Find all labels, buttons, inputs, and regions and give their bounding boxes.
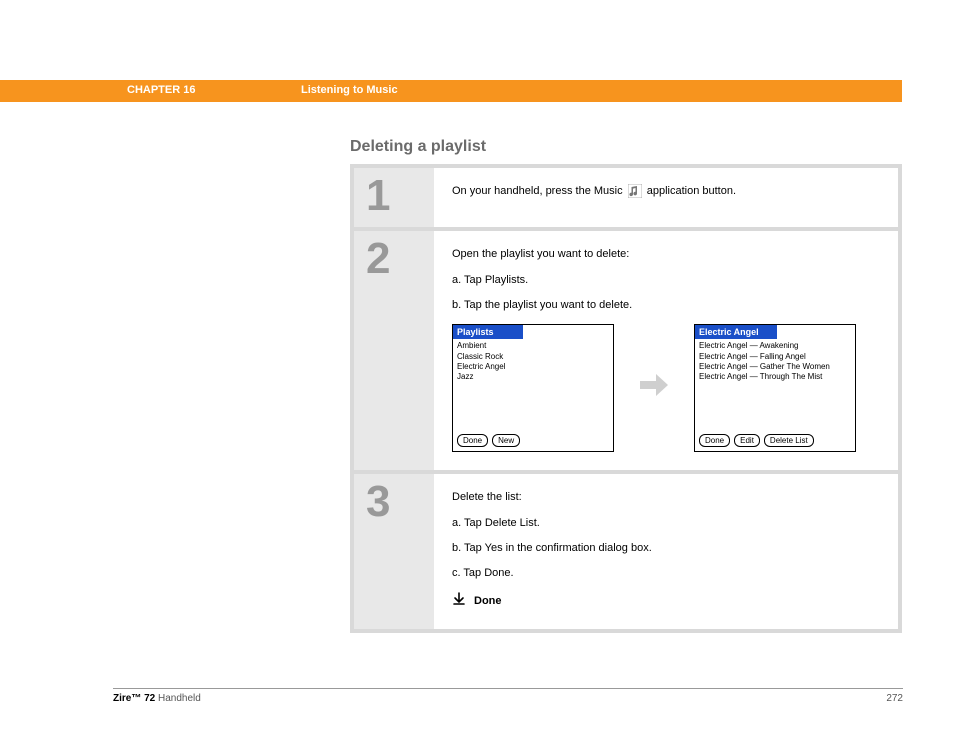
- page-number: 272: [886, 693, 903, 704]
- done-label: Done: [474, 594, 502, 609]
- music-note-icon: [628, 184, 642, 198]
- arrow-right-icon: [636, 367, 672, 408]
- text-after: application button.: [647, 185, 736, 197]
- done-button[interactable]: Done: [699, 434, 730, 447]
- edit-button[interactable]: Edit: [734, 434, 760, 447]
- chapter-header: CHAPTER 16 Listening to Music: [0, 80, 902, 102]
- list-item: Electric Angel — Awakening: [699, 341, 851, 351]
- list-item: Electric Angel: [457, 362, 609, 372]
- step-row: 3 Delete the list: a. Tap Delete List. b…: [354, 474, 898, 629]
- palm-title: Playlists: [453, 325, 523, 340]
- step-number: 2: [354, 231, 434, 470]
- done-arrow-icon: [452, 592, 466, 611]
- chapter-label: CHAPTER 16: [127, 84, 195, 96]
- palm-screen-playlist-detail: Electric Angel Electric Angel — Awakenin…: [694, 324, 856, 453]
- done-button[interactable]: Done: [457, 434, 488, 447]
- step-body: Open the playlist you want to delete: a.…: [434, 231, 898, 470]
- step-body: On your handheld, press the Music applic…: [434, 168, 898, 227]
- list-item: Classic Rock: [457, 352, 609, 362]
- new-button[interactable]: New: [492, 434, 520, 447]
- section-title: Deleting a playlist: [350, 138, 486, 156]
- sub-step: a. Tap Delete List.: [452, 516, 880, 531]
- chapter-title: Listening to Music: [301, 84, 398, 96]
- product-bold: Zire™ 72: [113, 693, 155, 704]
- palm-buttons: Done Edit Delete List: [695, 431, 855, 451]
- palm-screen-playlists: Playlists Ambient Classic Rock Electric …: [452, 324, 614, 453]
- step-intro: Delete the list:: [452, 490, 880, 505]
- list-item: Electric Angel — Falling Angel: [699, 352, 851, 362]
- product-name: Zire™ 72 Handheld: [113, 693, 201, 704]
- list-item: Ambient: [457, 341, 609, 351]
- step-row: 2 Open the playlist you want to delete: …: [354, 231, 898, 474]
- list-item: Electric Angel — Gather The Women: [699, 362, 851, 372]
- palm-list: Electric Angel — Awakening Electric Ange…: [695, 339, 855, 431]
- list-item: Electric Angel — Through The Mist: [699, 372, 851, 382]
- step-text: On your handheld, press the Music applic…: [452, 184, 880, 199]
- page-footer: Zire™ 72 Handheld 272: [113, 688, 903, 704]
- steps-table: 1 On your handheld, press the Music appl…: [350, 164, 902, 633]
- list-item: Jazz: [457, 372, 609, 382]
- palm-buttons: Done New: [453, 431, 613, 451]
- palm-title: Electric Angel: [695, 325, 777, 340]
- done-indicator: Done: [452, 592, 880, 611]
- sub-steps: a. Tap Delete List. b. Tap Yes in the co…: [452, 516, 880, 582]
- sub-steps: a. Tap Playlists. b. Tap the playlist yo…: [452, 273, 880, 314]
- step-number: 1: [354, 168, 434, 227]
- delete-list-button[interactable]: Delete List: [764, 434, 814, 447]
- sub-step: c. Tap Done.: [452, 566, 880, 581]
- step-row: 1 On your handheld, press the Music appl…: [354, 168, 898, 231]
- step-body: Delete the list: a. Tap Delete List. b. …: [434, 474, 898, 629]
- sub-step: b. Tap the playlist you want to delete.: [452, 298, 880, 313]
- palm-list: Ambient Classic Rock Electric Angel Jazz: [453, 339, 613, 431]
- sub-step: b. Tap Yes in the confirmation dialog bo…: [452, 541, 880, 556]
- step-number: 3: [354, 474, 434, 629]
- screenshots-row: Playlists Ambient Classic Rock Electric …: [452, 324, 880, 453]
- sub-step: a. Tap Playlists.: [452, 273, 880, 288]
- step-intro: Open the playlist you want to delete:: [452, 247, 880, 262]
- text-before: On your handheld, press the Music: [452, 185, 626, 197]
- product-rest: Handheld: [155, 693, 201, 704]
